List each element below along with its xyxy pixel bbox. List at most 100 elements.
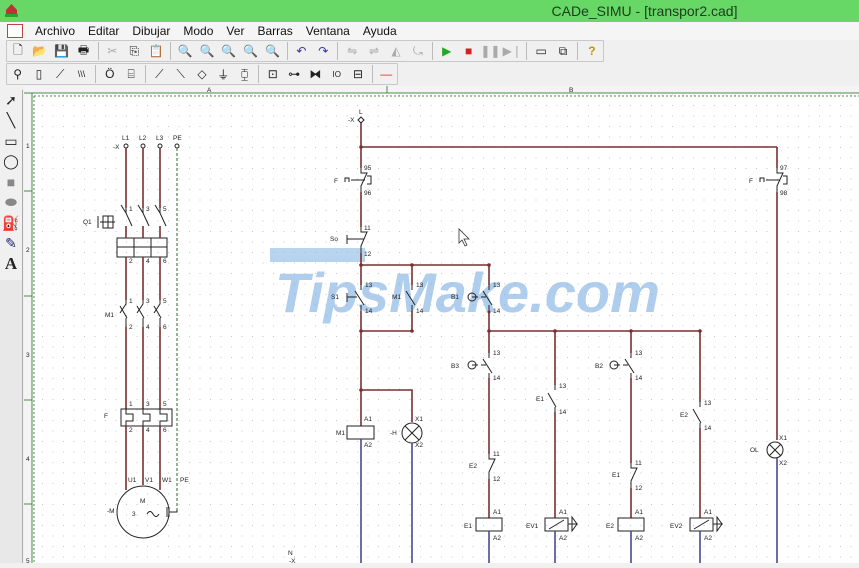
main-toolbar: 🗋 📂 💾 🖶 ✂ ⎘ 📋 🔍 🔍 🔍 🔍 🔍 ↶ ↷ ⇋ ⇌ ◭ ⤿ ▶ ■ … xyxy=(6,40,604,62)
motor-icon[interactable]: Ö xyxy=(99,64,120,84)
contact-no-icon[interactable]: ⟋ xyxy=(149,64,170,84)
save-icon[interactable]: 💾 xyxy=(51,41,73,61)
valve-icon[interactable]: ⧓ xyxy=(305,64,326,84)
pin-label: 13 xyxy=(493,282,501,289)
line-tool-icon[interactable]: ╲ xyxy=(0,111,22,132)
redo-icon[interactable]: ↷ xyxy=(312,41,334,61)
color-picker-icon[interactable]: ✎ xyxy=(0,234,22,255)
play-icon[interactable]: ▶ xyxy=(436,41,458,61)
line-icon[interactable]: — xyxy=(376,64,397,84)
menu-dibujar[interactable]: Dibujar xyxy=(126,24,177,38)
label-m1-contact: M1 xyxy=(392,294,401,301)
pin-label: 3 xyxy=(146,401,150,408)
menu-modo[interactable]: Modo xyxy=(177,24,220,38)
zoom-window-icon[interactable]: 🔍 xyxy=(218,41,240,61)
zoom-in-icon[interactable]: 🔍 xyxy=(174,41,196,61)
pin-label: 14 xyxy=(704,425,712,432)
supply-icon[interactable]: ⚲ xyxy=(7,64,28,84)
timer-icon[interactable]: ⊶ xyxy=(283,64,304,84)
motor-phases: 3 xyxy=(132,511,136,518)
window-icon[interactable]: ▭ xyxy=(530,41,552,61)
component-icon[interactable]: ⌸ xyxy=(120,64,141,84)
relay-icon[interactable]: ⧮ xyxy=(234,64,255,84)
menu-ayuda[interactable]: Ayuda xyxy=(357,24,404,38)
menu-barras[interactable]: Barras xyxy=(251,24,299,38)
menu-editar[interactable]: Editar xyxy=(82,24,126,38)
open-icon[interactable]: 📂 xyxy=(29,41,51,61)
align-icon[interactable]: ⇌ xyxy=(363,41,385,61)
pushbutton-icon[interactable]: ◇ xyxy=(191,64,212,84)
pin-label: A1 xyxy=(493,509,501,516)
coil-icon[interactable]: ⏚ xyxy=(213,64,234,84)
pin-label: 6 xyxy=(163,258,167,265)
zoom-all-icon[interactable]: 🔍 xyxy=(240,41,262,61)
drawing-canvas[interactable]: A B 1 2 3 4 5 TipsMake.com -X L1 L2 L3 P… xyxy=(24,86,859,565)
pin-label: 11 xyxy=(493,451,500,458)
select-arrow-icon[interactable]: ➚ xyxy=(0,90,22,111)
undo-icon[interactable]: ↶ xyxy=(291,41,313,61)
label-ev2: EV2 xyxy=(670,523,683,530)
filled-rectangle-tool-icon[interactable]: ■ xyxy=(0,172,22,193)
ellipse-tool-icon[interactable]: ◯ xyxy=(0,152,22,173)
filled-ellipse-tool-icon[interactable]: ⬬ xyxy=(0,193,22,214)
menu-ver[interactable]: Ver xyxy=(220,24,251,38)
copy-icon[interactable]: ⎘ xyxy=(123,41,145,61)
cut-icon[interactable]: ✂ xyxy=(102,41,124,61)
pin-label: 13 xyxy=(559,383,567,390)
label-pe: PE xyxy=(173,135,182,142)
zoom-previous-icon[interactable]: 🔍 xyxy=(262,41,284,61)
contact-nc-icon[interactable]: ⟍ xyxy=(170,64,191,84)
plc-icon[interactable]: ⊡ xyxy=(262,64,283,84)
label-h: -H xyxy=(390,430,397,437)
pin-label: 98 xyxy=(780,190,788,197)
label-v1: V1 xyxy=(145,477,153,484)
label-n: N xyxy=(288,550,293,557)
pin-label: 13 xyxy=(493,350,501,357)
io-icon[interactable]: IO xyxy=(326,64,347,84)
label-m1-coil: M1 xyxy=(336,430,345,437)
pin-label: 2 xyxy=(129,324,133,331)
paste-icon[interactable]: 📋 xyxy=(145,41,167,61)
menu-archivo[interactable]: Archivo xyxy=(29,24,82,38)
separator xyxy=(144,65,146,83)
ruler-row-4: 4 xyxy=(26,456,30,463)
separator xyxy=(95,65,97,83)
print-icon[interactable]: 🖶 xyxy=(73,41,95,61)
pin-label: 13 xyxy=(704,400,712,407)
three-phase-switch-icon[interactable]: \\\ xyxy=(71,64,92,84)
step-icon[interactable]: ▶❘ xyxy=(501,41,523,61)
stop-icon[interactable]: ■ xyxy=(458,41,480,61)
pin-label: 4 xyxy=(146,258,150,265)
pin-label: A2 xyxy=(364,442,372,449)
terminal-label: -X xyxy=(289,558,296,563)
label-f: F xyxy=(104,413,108,420)
terminal-label: -X xyxy=(348,117,355,124)
label-l2: L2 xyxy=(139,135,147,142)
pause-icon[interactable]: ❚❚ xyxy=(480,41,502,61)
zoom-out-icon[interactable]: 🔍 xyxy=(196,41,218,61)
switch-icon[interactable]: ⟋ xyxy=(50,64,71,84)
document-icon[interactable] xyxy=(7,24,23,38)
pin-label: A1 xyxy=(704,509,712,516)
pin-label: 4 xyxy=(146,324,150,331)
fill-bucket-icon[interactable]: ⛽ xyxy=(0,213,22,234)
label-b2: B2 xyxy=(595,363,603,370)
flip-icon[interactable]: ◭ xyxy=(385,41,407,61)
menu-ventana[interactable]: Ventana xyxy=(300,24,357,38)
label-e2-no: E2 xyxy=(680,412,688,419)
pin-label: A1 xyxy=(559,509,567,516)
label-e1-coil: E1 xyxy=(464,523,472,530)
new-icon[interactable]: 🗋 xyxy=(7,41,29,61)
separator xyxy=(431,42,433,60)
rectangle-tool-icon[interactable]: ▭ xyxy=(0,131,22,152)
fuse-icon[interactable]: ▯ xyxy=(28,64,49,84)
mirror-icon[interactable]: ⇋ xyxy=(341,41,363,61)
ruler-row-2: 2 xyxy=(26,247,30,254)
rotate-icon[interactable]: ⤿ xyxy=(407,41,429,61)
text-tool-icon[interactable]: A xyxy=(0,254,22,275)
cascade-icon[interactable]: ⧉ xyxy=(552,41,574,61)
pin-label: 11 xyxy=(364,225,371,232)
help-icon[interactable]: ? xyxy=(581,41,603,61)
bus-icon[interactable]: ⊟ xyxy=(347,64,368,84)
schematic[interactable]: A B 1 2 3 4 5 TipsMake.com -X L1 L2 L3 P… xyxy=(24,86,859,565)
